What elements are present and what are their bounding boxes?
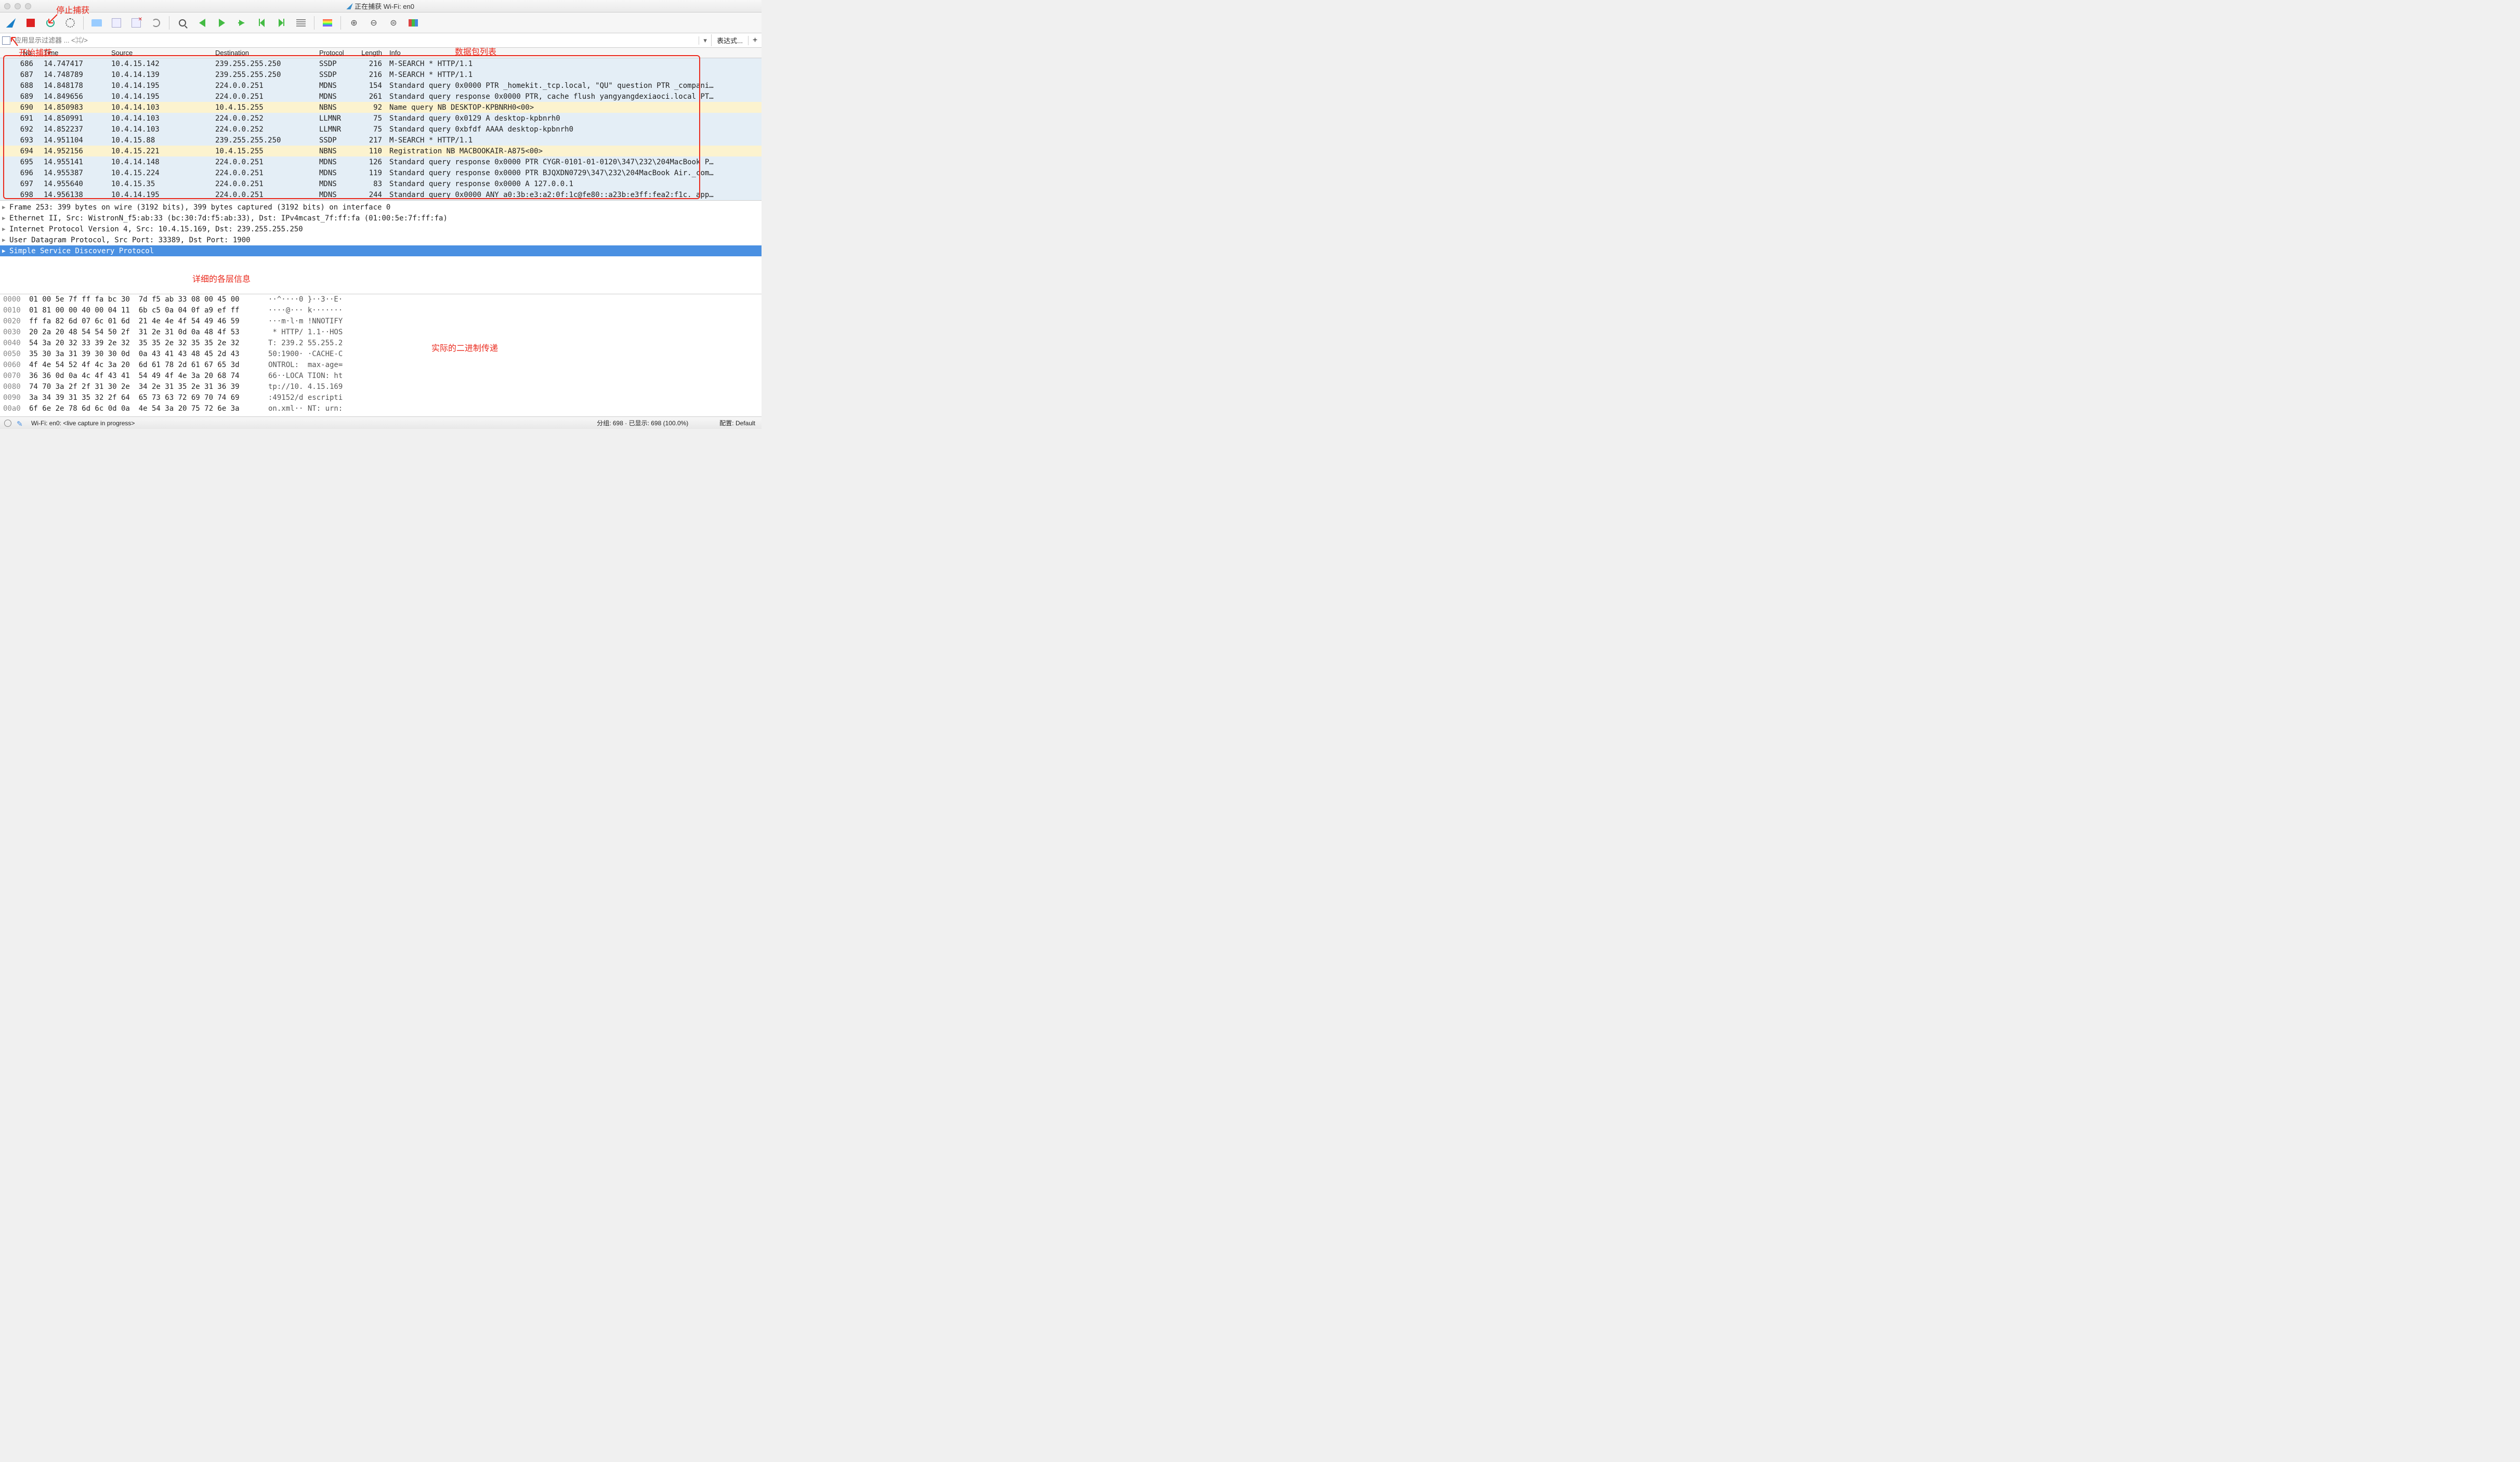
zoom-in-button[interactable]: ⊕: [346, 15, 362, 31]
packet-row[interactable]: 69814.95613810.4.14.195224.0.0.251MDNS24…: [0, 189, 762, 200]
packet-row[interactable]: 69514.95514110.4.14.148224.0.0.251MDNS12…: [0, 156, 762, 167]
detail-row[interactable]: ▶Ethernet II, Src: WistronN_f5:ab:33 (bc…: [0, 213, 762, 224]
hex-row[interactable]: 00903a 34 39 31 35 32 2f 64 65 73 63 72 …: [3, 394, 758, 404]
find-packet-button[interactable]: [175, 15, 190, 31]
expression-button[interactable]: 表达式...: [711, 34, 748, 46]
hex-row[interactable]: 001001 81 00 00 40 00 04 11 6b c5 0a 04 …: [3, 306, 758, 317]
col-no[interactable]: No.: [0, 48, 42, 57]
hex-row[interactable]: 00604f 4e 54 52 4f 4c 3a 20 6d 61 78 2d …: [3, 361, 758, 372]
packet-row[interactable]: 68814.84817810.4.14.195224.0.0.251MDNS15…: [0, 80, 762, 91]
packet-row[interactable]: 68914.84965610.4.14.195224.0.0.251MDNS26…: [0, 91, 762, 102]
hex-row[interactable]: 008074 70 3a 2f 2f 31 30 2e 34 2e 31 35 …: [3, 383, 758, 394]
packet-row[interactable]: 69014.85098310.4.14.10310.4.15.255NBNS92…: [0, 102, 762, 113]
packet-row[interactable]: 68614.74741710.4.15.142239.255.255.250SS…: [0, 58, 762, 69]
packet-row[interactable]: 69614.95538710.4.15.224224.0.0.251MDNS11…: [0, 167, 762, 178]
start-capture-button[interactable]: [3, 15, 19, 31]
capture-options-button[interactable]: [62, 15, 78, 31]
annot-details: 详细的各层信息: [192, 272, 251, 284]
filter-dropdown[interactable]: ▾: [699, 36, 711, 45]
go-forward-button[interactable]: [214, 15, 230, 31]
detail-row[interactable]: ▶Simple Service Discovery Protocol: [0, 245, 762, 256]
window-controls[interactable]: [4, 3, 31, 9]
packet-details-pane: ▶Frame 253: 399 bytes on wire (3192 bits…: [0, 200, 762, 294]
colorize-icon: [323, 19, 332, 27]
hex-row[interactable]: 005035 30 3a 31 39 30 30 0d 0a 43 41 43 …: [3, 350, 758, 361]
first-icon: [259, 19, 265, 27]
zoom-in-icon: ⊕: [350, 18, 357, 28]
detail-row[interactable]: ▶Frame 253: 399 bytes on wire (3192 bits…: [0, 202, 762, 213]
autoscroll-icon: [296, 19, 306, 27]
goto-last-button[interactable]: [273, 15, 289, 31]
hex-row[interactable]: 0020ff fa 82 6d 07 6c 01 6d 21 4e 4e 4f …: [3, 317, 758, 328]
main-toolbar: 停止捕获 ⊕ ⊖ ⊜: [0, 12, 762, 33]
save-file-button[interactable]: [109, 15, 124, 31]
packet-row[interactable]: 69414.95215610.4.15.22110.4.15.255NBNS11…: [0, 146, 762, 156]
auto-scroll-button[interactable]: [293, 15, 309, 31]
window-titlebar: 正在捕获 Wi-Fi: en0: [0, 0, 762, 12]
stop-icon: [27, 19, 35, 27]
filter-bar: ▾ 表达式... +: [0, 33, 762, 48]
packet-row[interactable]: 69214.85223710.4.14.103224.0.0.252LLMNR7…: [0, 124, 762, 135]
restart-capture-button[interactable]: [43, 15, 58, 31]
add-filter-button[interactable]: +: [748, 36, 762, 45]
packet-row[interactable]: 69714.95564010.4.15.35224.0.0.251MDNS83S…: [0, 178, 762, 189]
packet-row[interactable]: 68714.74878910.4.14.139239.255.255.250SS…: [0, 69, 762, 80]
stop-capture-button[interactable]: [23, 15, 38, 31]
hex-row[interactable]: 003020 2a 20 48 54 54 50 2f 31 2e 31 0d …: [3, 328, 758, 339]
status-left: Wi-Fi: en0: <live capture in progress>: [31, 420, 135, 427]
detail-row[interactable]: ▶Internet Protocol Version 4, Src: 10.4.…: [0, 224, 762, 234]
folder-icon: [91, 19, 102, 27]
zoom-reset-icon: ⊜: [390, 18, 397, 28]
col-length[interactable]: Length: [356, 48, 387, 57]
restart-icon: [46, 19, 55, 27]
open-file-button[interactable]: [89, 15, 104, 31]
packet-bytes-pane: 实际的二进制传递 000001 00 5e 7f ff fa bc 30 7d …: [0, 294, 762, 416]
wireshark-icon: [346, 3, 352, 9]
arrow-right-icon: [219, 19, 225, 27]
colorize-button[interactable]: [320, 15, 335, 31]
packet-row[interactable]: 69314.95110410.4.15.88239.255.255.250SSD…: [0, 135, 762, 146]
resize-columns-button[interactable]: [405, 15, 421, 31]
hex-row[interactable]: 00a06f 6e 2e 78 6d 6c 0d 0a 4e 54 3a 20 …: [3, 404, 758, 415]
zoom-reset-button[interactable]: ⊜: [386, 15, 401, 31]
gear-icon: [65, 18, 75, 28]
close-file-button[interactable]: [128, 15, 144, 31]
goto-packet-button[interactable]: [234, 15, 250, 31]
reload-icon: [152, 19, 160, 27]
status-packets: 分组: 698 · 已显示: 698 (100.0%): [597, 419, 688, 427]
expert-info-icon[interactable]: [4, 420, 11, 427]
goto-first-button[interactable]: [254, 15, 269, 31]
status-profile: 配置: Default: [719, 419, 755, 427]
search-icon: [179, 19, 186, 27]
packet-list-pane: 开始捕获 数据包列表 No. Time Source Destination P…: [0, 48, 762, 200]
status-bar: ✎ Wi-Fi: en0: <live capture in progress>…: [0, 416, 762, 429]
goto-icon: [239, 20, 244, 26]
display-filter-input[interactable]: [12, 34, 699, 46]
col-time[interactable]: Time: [42, 48, 109, 57]
zoom-out-button[interactable]: ⊖: [366, 15, 382, 31]
save-icon: [112, 18, 121, 28]
col-destination[interactable]: Destination: [213, 48, 317, 57]
col-info[interactable]: Info: [387, 48, 762, 57]
bookmark-icon[interactable]: [2, 36, 10, 45]
zoom-out-icon: ⊖: [370, 18, 377, 28]
reload-button[interactable]: [148, 15, 164, 31]
hex-row[interactable]: 004054 3a 20 32 33 39 2e 32 35 35 2e 32 …: [3, 339, 758, 350]
detail-row[interactable]: ▶User Datagram Protocol, Src Port: 33389…: [0, 234, 762, 245]
last-icon: [279, 19, 284, 27]
hex-row[interactable]: 007036 36 0d 0a 4c 4f 43 41 54 49 4f 4e …: [3, 372, 758, 383]
edit-icon[interactable]: ✎: [17, 420, 24, 427]
columns-icon: [409, 19, 418, 27]
hex-row[interactable]: 000001 00 5e 7f ff fa bc 30 7d f5 ab 33 …: [3, 295, 758, 306]
go-back-button[interactable]: [194, 15, 210, 31]
close-file-icon: [132, 18, 141, 28]
col-source[interactable]: Source: [109, 48, 213, 57]
window-title: 正在捕获 Wi-Fi: en0: [347, 1, 414, 11]
arrow-left-icon: [199, 19, 205, 27]
col-protocol[interactable]: Protocol: [317, 48, 356, 57]
shark-fin-icon: [6, 18, 16, 28]
packet-list-header[interactable]: No. Time Source Destination Protocol Len…: [0, 48, 762, 58]
packet-row[interactable]: 69114.85099110.4.14.103224.0.0.252LLMNR7…: [0, 113, 762, 124]
